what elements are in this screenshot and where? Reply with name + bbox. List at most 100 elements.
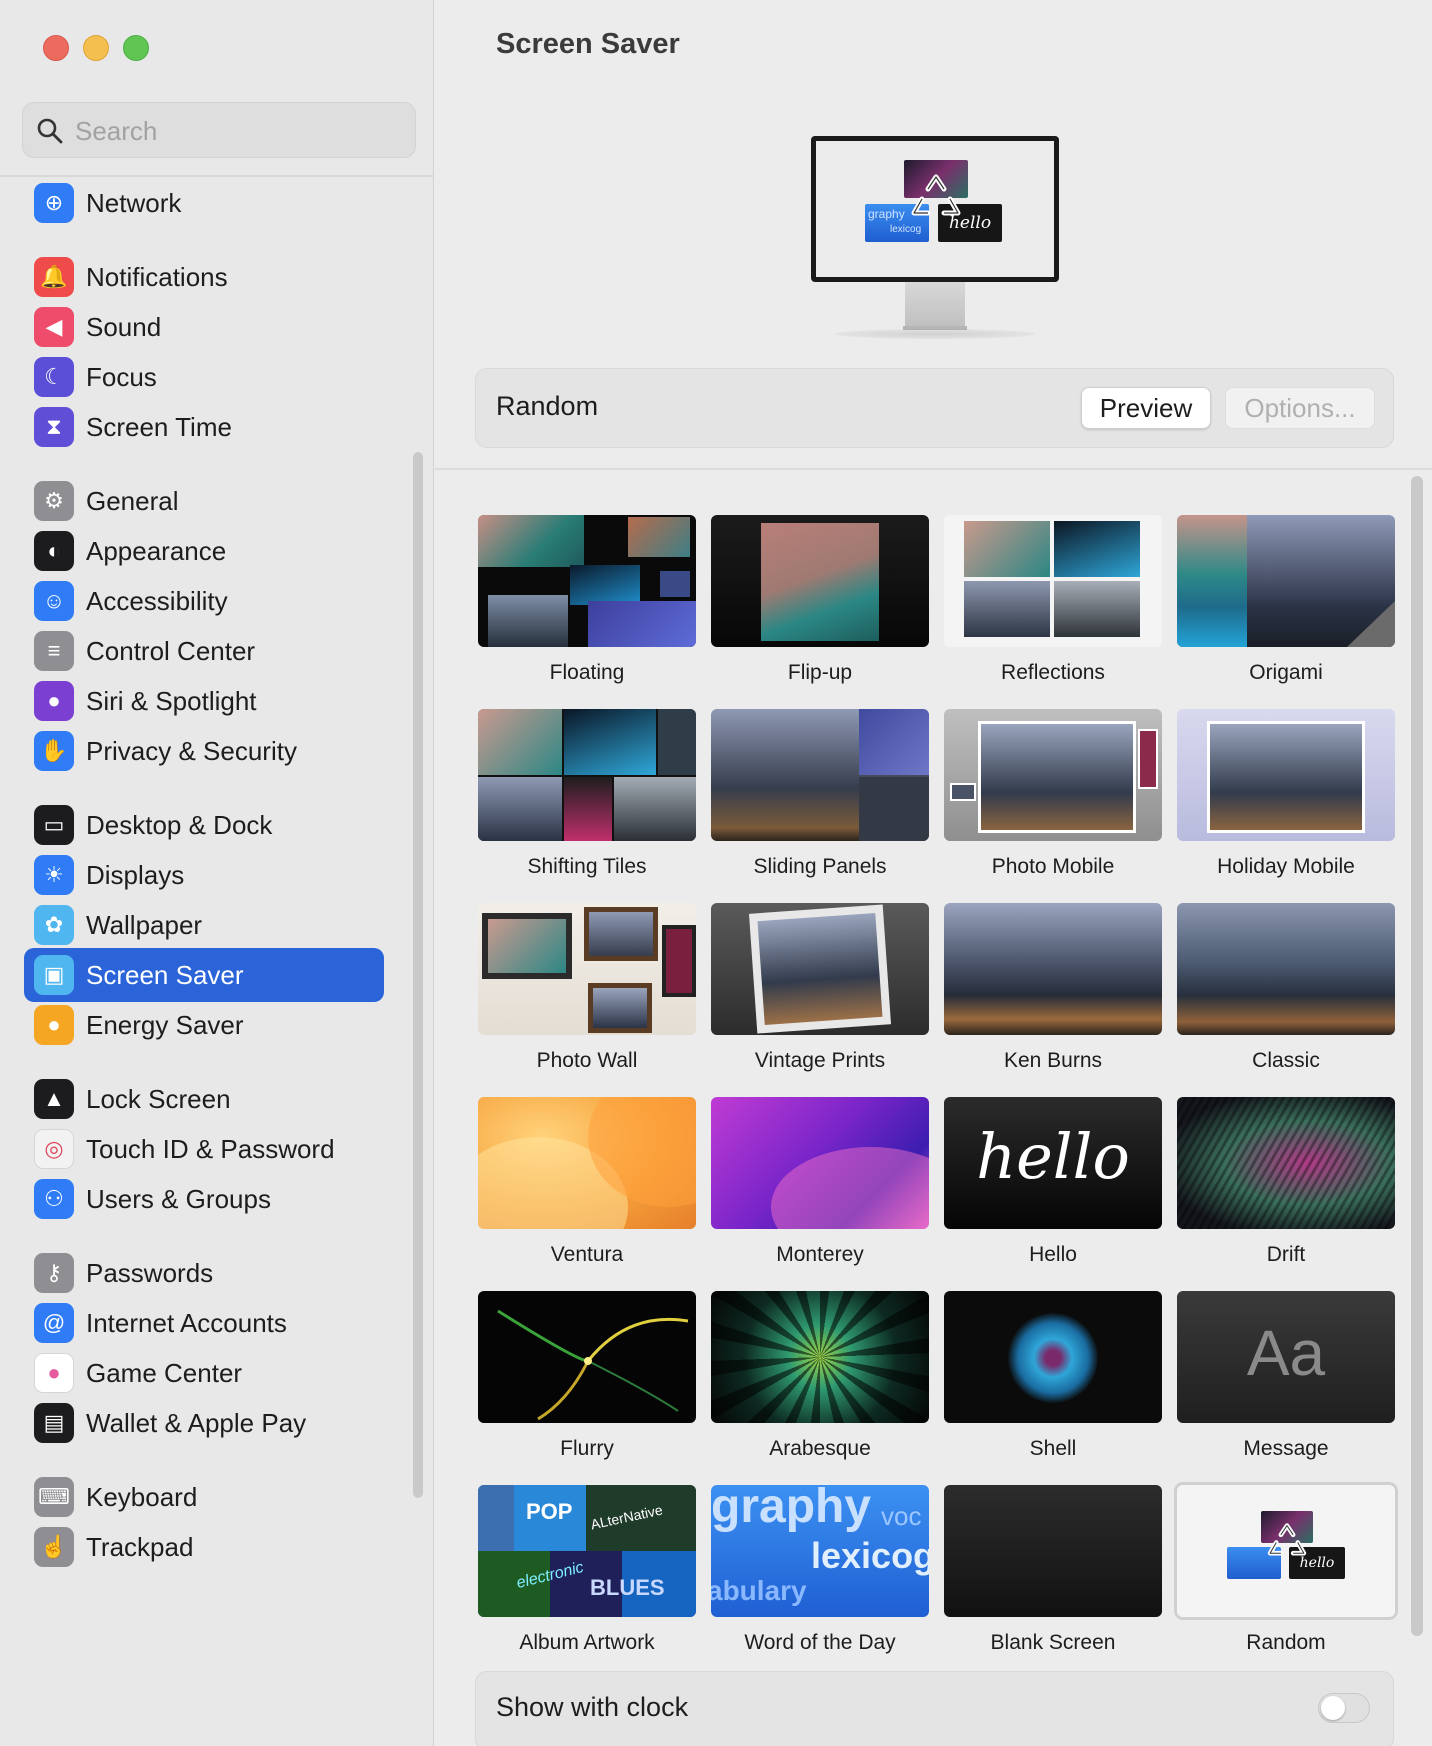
saver-thumbnail-shifting-tiles[interactable]: [478, 709, 696, 841]
saver-tile-random[interactable]: hello Random: [1174, 1482, 1398, 1679]
sidebar-item-keyboard[interactable]: ⌨ Keyboard: [24, 1470, 384, 1524]
sidebar-item-passwords[interactable]: ⚷ Passwords: [24, 1246, 384, 1300]
sidebar-item-lock-screen[interactable]: ▲ Lock Screen: [24, 1072, 384, 1126]
zoom-window-button[interactable]: [123, 35, 149, 61]
saver-label: Sliding Panels: [753, 855, 887, 878]
saver-thumbnail-message[interactable]: Aa: [1177, 1291, 1395, 1423]
monitor-shadow: [835, 329, 1035, 339]
sidebar-item-privacy-security[interactable]: ✋ Privacy & Security: [24, 724, 384, 778]
hand-icon: ✋: [34, 731, 74, 771]
saver-tile-flurry[interactable]: Flurry: [478, 1291, 696, 1485]
sidebar-item-trackpad[interactable]: ☝ Trackpad: [24, 1520, 384, 1574]
sidebar-item-displays[interactable]: ☀ Displays: [24, 848, 384, 902]
sidebar-item-siri-spotlight[interactable]: ● Siri & Spotlight: [24, 674, 384, 728]
screen-saver-preview-monitor: graphy lexicog hello: [811, 136, 1059, 339]
saver-tile-blank-screen[interactable]: Blank Screen: [944, 1485, 1162, 1679]
sidebar-item-focus[interactable]: ☾ Focus: [24, 350, 384, 404]
sidebar-item-accessibility[interactable]: ☺ Accessibility: [24, 574, 384, 628]
sidebar-item-touch-id-password[interactable]: ◎ Touch ID & Password: [24, 1122, 384, 1176]
key-icon: ⚷: [34, 1253, 74, 1293]
sidebar-scrollbar[interactable]: [413, 452, 423, 1498]
speaker-icon: ◀: [34, 307, 74, 347]
saver-tile-message[interactable]: Aa Message: [1177, 1291, 1395, 1485]
sidebar-item-control-center[interactable]: ≡ Control Center: [24, 624, 384, 678]
saver-thumbnail-ventura[interactable]: [478, 1097, 696, 1229]
show-with-clock-toggle[interactable]: [1318, 1693, 1370, 1723]
saver-thumbnail-shell[interactable]: [944, 1291, 1162, 1423]
search-input[interactable]: [75, 111, 405, 151]
saver-label: Random: [1246, 1631, 1326, 1654]
saver-label: Album Artwork: [519, 1631, 655, 1654]
sidebar-item-network[interactable]: ⊕ Network: [24, 176, 384, 230]
saver-tile-shifting-tiles[interactable]: Shifting Tiles: [478, 709, 696, 903]
sidebar-item-desktop-dock[interactable]: ▭ Desktop & Dock: [24, 798, 384, 852]
sidebar-item-notifications[interactable]: 🔔 Notifications: [24, 250, 384, 304]
sidebar-item-energy-saver[interactable]: ● Energy Saver: [24, 998, 384, 1052]
saver-tile-photo-wall[interactable]: Photo Wall: [478, 903, 696, 1097]
saver-tile-drift[interactable]: Drift: [1177, 1097, 1395, 1291]
saver-tile-hello[interactable]: hello Hello: [944, 1097, 1162, 1291]
moon-icon: ☾: [34, 357, 74, 397]
close-window-button[interactable]: [43, 35, 69, 61]
saver-thumbnail-reflections[interactable]: [944, 515, 1162, 647]
saver-thumbnail-holiday-mobile[interactable]: [1177, 709, 1395, 841]
fingerprint-icon: ◎: [34, 1129, 74, 1169]
sidebar-item-users-groups[interactable]: ⚇ Users & Groups: [24, 1172, 384, 1226]
sidebar-item-game-center[interactable]: ● Game Center: [24, 1346, 384, 1400]
saver-thumbnail-flip-up[interactable]: [711, 515, 929, 647]
saver-tile-sliding-panels[interactable]: Sliding Panels: [711, 709, 929, 903]
saver-tile-ventura[interactable]: Ventura: [478, 1097, 696, 1291]
saver-thumbnail-flurry[interactable]: [478, 1291, 696, 1423]
saver-thumbnail-ken-burns[interactable]: [944, 903, 1162, 1035]
saver-tile-floating[interactable]: Floating: [478, 515, 696, 709]
saver-thumbnail-drift[interactable]: [1177, 1097, 1395, 1229]
saver-thumbnail-classic[interactable]: [1177, 903, 1395, 1035]
saver-thumbnail-photo-mobile[interactable]: [944, 709, 1162, 841]
sidebar-item-wallet-apple-pay[interactable]: ▤ Wallet & Apple Pay: [24, 1396, 384, 1450]
saver-thumbnail-album-artwork[interactable]: POP ALterNative electronic BLUES: [478, 1485, 696, 1617]
saver-thumbnail-photo-wall[interactable]: [478, 903, 696, 1035]
saver-thumbnail-floating[interactable]: [478, 515, 696, 647]
search-field[interactable]: [22, 102, 416, 158]
saver-tile-vintage-prints[interactable]: Vintage Prints: [711, 903, 929, 1097]
sidebar-item-screen-time[interactable]: ⧗ Screen Time: [24, 400, 384, 454]
saver-tile-shell[interactable]: Shell: [944, 1291, 1162, 1485]
sidebar: ⊕ Network 🔔 Notifications ◀ Sound ☾ Focus ⧗ Scree…: [0, 0, 434, 1746]
saver-tile-classic[interactable]: Classic: [1177, 903, 1395, 1097]
saver-label: Classic: [1252, 1049, 1320, 1072]
sidebar-item-internet-accounts[interactable]: @ Internet Accounts: [24, 1296, 384, 1350]
saver-tile-origami[interactable]: Origami: [1177, 515, 1395, 709]
saver-thumbnail-origami[interactable]: [1177, 515, 1395, 647]
saver-thumbnail-word-of-the-day[interactable]: graphy voc lexicog abulary: [711, 1485, 929, 1617]
sidebar-item-wallpaper[interactable]: ✿ Wallpaper: [24, 898, 384, 952]
saver-tile-monterey[interactable]: Monterey: [711, 1097, 929, 1291]
saver-thumbnail-sliding-panels[interactable]: [711, 709, 929, 841]
saver-thumbnail-arabesque[interactable]: [711, 1291, 929, 1423]
options-button[interactable]: Options...: [1225, 387, 1375, 429]
saver-thumbnail-hello[interactable]: hello: [944, 1097, 1162, 1229]
saver-tile-arabesque[interactable]: Arabesque: [711, 1291, 929, 1485]
saver-label: Photo Mobile: [991, 855, 1115, 878]
sidebar-item-sound[interactable]: ◀ Sound: [24, 300, 384, 354]
saver-tile-holiday-mobile[interactable]: Holiday Mobile: [1177, 709, 1395, 903]
saver-tile-flip-up[interactable]: Flip-up: [711, 515, 929, 709]
saver-thumbnail-vintage-prints[interactable]: [711, 903, 929, 1035]
sidebar-item-appearance[interactable]: ◐ Appearance: [24, 524, 384, 578]
saver-tile-photo-mobile[interactable]: Photo Mobile: [944, 709, 1162, 903]
main-scrollbar[interactable]: [1411, 476, 1423, 1636]
saver-tile-album-artwork[interactable]: POP ALterNative electronic BLUES Album Ar…: [478, 1485, 696, 1679]
saver-tile-ken-burns[interactable]: Ken Burns: [944, 903, 1162, 1097]
saver-tile-word-of-the-day[interactable]: graphy voc lexicog abulary Word of the Da…: [711, 1485, 929, 1679]
saver-thumbnail-blank-screen[interactable]: [944, 1485, 1162, 1617]
wallet-icon: ▤: [34, 1403, 74, 1443]
minimize-window-button[interactable]: [83, 35, 109, 61]
sidebar-item-screen-saver[interactable]: ▣ Screen Saver: [24, 948, 384, 1002]
preview-button[interactable]: Preview: [1081, 387, 1211, 429]
sidebar-item-general[interactable]: ⚙ General: [24, 474, 384, 528]
sidebar-item-label: Screen Time: [86, 411, 232, 442]
saver-thumbnail-monterey[interactable]: [711, 1097, 929, 1229]
bell-icon: 🔔: [34, 257, 74, 297]
saver-thumbnail-random[interactable]: hello: [1174, 1482, 1398, 1620]
saver-tile-reflections[interactable]: Reflections: [944, 515, 1162, 709]
gear-icon: ⚙: [34, 481, 74, 521]
